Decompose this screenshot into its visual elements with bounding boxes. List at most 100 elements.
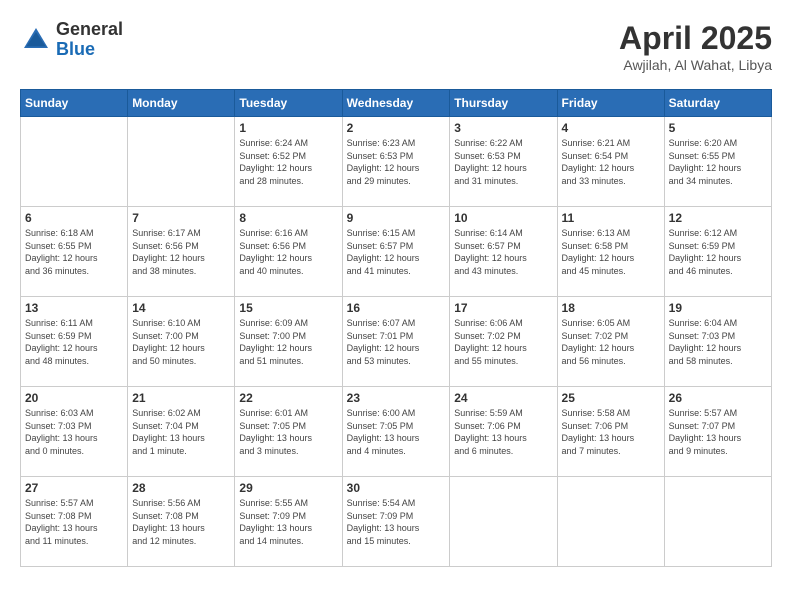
day-cell: 19Sunrise: 6:04 AMSunset: 7:03 PMDayligh… xyxy=(664,297,771,387)
day-cell xyxy=(557,477,664,567)
day-info: Sunrise: 5:54 AMSunset: 7:09 PMDaylight:… xyxy=(347,497,446,547)
day-cell: 3 Sunrise: 6:22 AMSunset: 6:53 PMDaylight… xyxy=(450,117,557,207)
day-number: 3 xyxy=(454,121,552,135)
location: Awjilah, Al Wahat, Libya xyxy=(619,57,772,73)
day-info: Sunrise: 5:58 AMSunset: 7:06 PMDaylight:… xyxy=(562,407,660,457)
day-cell: 26 Sunrise: 5:57 AMSunset: 7:07 PMDayligh… xyxy=(664,387,771,477)
day-cell: 14 Sunrise: 6:10 AMSunset: 7:00 PMDayligh… xyxy=(128,297,235,387)
day-number: 26 xyxy=(669,391,767,405)
logo: General Blue xyxy=(20,20,123,60)
day-number: 11 xyxy=(562,211,660,225)
day-cell: 12Sunrise: 6:12 AMSunset: 6:59 PMDayligh… xyxy=(664,207,771,297)
day-cell: 10Sunrise: 6:14 AMSunset: 6:57 PMDayligh… xyxy=(450,207,557,297)
day-number: 5 xyxy=(669,121,767,135)
day-number: 2 xyxy=(347,121,446,135)
logo-text: General Blue xyxy=(56,20,123,60)
day-info: Sunrise: 6:00 AMSunset: 7:05 PMDaylight:… xyxy=(347,407,446,457)
day-cell: 9 Sunrise: 6:15 AMSunset: 6:57 PMDaylight… xyxy=(342,207,450,297)
day-cell: 21 Sunrise: 6:02 AMSunset: 7:04 PMDayligh… xyxy=(128,387,235,477)
week-row-1: 1 Sunrise: 6:24 AMSunset: 6:52 PMDaylight… xyxy=(21,117,772,207)
day-cell: 20Sunrise: 6:03 AMSunset: 7:03 PMDayligh… xyxy=(21,387,128,477)
weekday-header-wednesday: Wednesday xyxy=(342,90,450,117)
day-info: Sunrise: 6:14 AMSunset: 6:57 PMDaylight:… xyxy=(454,227,552,277)
day-number: 24 xyxy=(454,391,552,405)
day-info: Sunrise: 6:13 AMSunset: 6:58 PMDaylight:… xyxy=(562,227,660,277)
day-info: Sunrise: 6:24 AMSunset: 6:52 PMDaylight:… xyxy=(239,137,337,187)
day-info: Sunrise: 5:55 AMSunset: 7:09 PMDaylight:… xyxy=(239,497,337,547)
day-cell: 7Sunrise: 6:17 AMSunset: 6:56 PMDaylight… xyxy=(128,207,235,297)
day-cell: 29 Sunrise: 5:55 AMSunset: 7:09 PMDayligh… xyxy=(235,477,342,567)
day-cell: 16 Sunrise: 6:07 AMSunset: 7:01 PMDayligh… xyxy=(342,297,450,387)
month-title: April 2025 xyxy=(619,20,772,57)
day-cell: 1 Sunrise: 6:24 AMSunset: 6:52 PMDaylight… xyxy=(235,117,342,207)
day-cell: 8 Sunrise: 6:16 AMSunset: 6:56 PMDaylight… xyxy=(235,207,342,297)
day-number: 22 xyxy=(239,391,337,405)
day-cell: 15Sunrise: 6:09 AMSunset: 7:00 PMDayligh… xyxy=(235,297,342,387)
day-cell: 2Sunrise: 6:23 AMSunset: 6:53 PMDaylight… xyxy=(342,117,450,207)
day-info: Sunrise: 6:02 AMSunset: 7:04 PMDaylight:… xyxy=(132,407,230,457)
day-cell: 24Sunrise: 5:59 AMSunset: 7:06 PMDayligh… xyxy=(450,387,557,477)
day-cell xyxy=(128,117,235,207)
calendar: SundayMondayTuesdayWednesdayThursdayFrid… xyxy=(20,89,772,567)
logo-icon xyxy=(20,24,52,56)
logo-general: General xyxy=(56,19,123,39)
day-cell: 18 Sunrise: 6:05 AMSunset: 7:02 PMDayligh… xyxy=(557,297,664,387)
day-cell: 5 Sunrise: 6:20 AMSunset: 6:55 PMDaylight… xyxy=(664,117,771,207)
title-block: April 2025 Awjilah, Al Wahat, Libya xyxy=(619,20,772,73)
day-cell: 13Sunrise: 6:11 AMSunset: 6:59 PMDayligh… xyxy=(21,297,128,387)
week-row-4: 20Sunrise: 6:03 AMSunset: 7:03 PMDayligh… xyxy=(21,387,772,477)
day-number: 20 xyxy=(25,391,123,405)
day-cell: 25 Sunrise: 5:58 AMSunset: 7:06 PMDayligh… xyxy=(557,387,664,477)
day-info: Sunrise: 6:20 AMSunset: 6:55 PMDaylight:… xyxy=(669,137,767,187)
day-cell xyxy=(450,477,557,567)
day-number: 1 xyxy=(239,121,337,135)
day-number: 28 xyxy=(132,481,230,495)
weekday-header-friday: Friday xyxy=(557,90,664,117)
day-info: Sunrise: 6:07 AMSunset: 7:01 PMDaylight:… xyxy=(347,317,446,367)
day-number: 16 xyxy=(347,301,446,315)
day-info: Sunrise: 6:09 AMSunset: 7:00 PMDaylight:… xyxy=(239,317,337,367)
day-info: Sunrise: 6:21 AMSunset: 6:54 PMDaylight:… xyxy=(562,137,660,187)
day-info: Sunrise: 6:12 AMSunset: 6:59 PMDaylight:… xyxy=(669,227,767,277)
day-cell xyxy=(21,117,128,207)
day-number: 8 xyxy=(239,211,337,225)
page-header: General Blue April 2025 Awjilah, Al Waha… xyxy=(20,20,772,73)
day-info: Sunrise: 6:18 AMSunset: 6:55 PMDaylight:… xyxy=(25,227,123,277)
day-cell: 27 Sunrise: 5:57 AMSunset: 7:08 PMDayligh… xyxy=(21,477,128,567)
day-cell: 17Sunrise: 6:06 AMSunset: 7:02 PMDayligh… xyxy=(450,297,557,387)
weekday-header-saturday: Saturday xyxy=(664,90,771,117)
day-info: Sunrise: 6:05 AMSunset: 7:02 PMDaylight:… xyxy=(562,317,660,367)
day-info: Sunrise: 6:06 AMSunset: 7:02 PMDaylight:… xyxy=(454,317,552,367)
day-number: 14 xyxy=(132,301,230,315)
day-cell: 4 Sunrise: 6:21 AMSunset: 6:54 PMDaylight… xyxy=(557,117,664,207)
day-info: Sunrise: 5:57 AMSunset: 7:08 PMDaylight:… xyxy=(25,497,123,547)
week-row-2: 6 Sunrise: 6:18 AMSunset: 6:55 PMDaylight… xyxy=(21,207,772,297)
weekday-header-thursday: Thursday xyxy=(450,90,557,117)
weekday-header-tuesday: Tuesday xyxy=(235,90,342,117)
day-number: 9 xyxy=(347,211,446,225)
day-info: Sunrise: 6:17 AMSunset: 6:56 PMDaylight:… xyxy=(132,227,230,277)
day-info: Sunrise: 6:01 AMSunset: 7:05 PMDaylight:… xyxy=(239,407,337,457)
day-number: 19 xyxy=(669,301,767,315)
day-number: 25 xyxy=(562,391,660,405)
day-cell: 6 Sunrise: 6:18 AMSunset: 6:55 PMDaylight… xyxy=(21,207,128,297)
day-number: 4 xyxy=(562,121,660,135)
day-info: Sunrise: 5:57 AMSunset: 7:07 PMDaylight:… xyxy=(669,407,767,457)
day-cell: 22 Sunrise: 6:01 AMSunset: 7:05 PMDayligh… xyxy=(235,387,342,477)
day-number: 29 xyxy=(239,481,337,495)
day-cell: 30Sunrise: 5:54 AMSunset: 7:09 PMDayligh… xyxy=(342,477,450,567)
day-info: Sunrise: 6:15 AMSunset: 6:57 PMDaylight:… xyxy=(347,227,446,277)
day-number: 21 xyxy=(132,391,230,405)
day-cell: 28Sunrise: 5:56 AMSunset: 7:08 PMDayligh… xyxy=(128,477,235,567)
logo-blue: Blue xyxy=(56,39,95,59)
day-number: 27 xyxy=(25,481,123,495)
day-cell xyxy=(664,477,771,567)
weekday-header-sunday: Sunday xyxy=(21,90,128,117)
day-info: Sunrise: 6:16 AMSunset: 6:56 PMDaylight:… xyxy=(239,227,337,277)
day-number: 18 xyxy=(562,301,660,315)
day-number: 23 xyxy=(347,391,446,405)
day-info: Sunrise: 6:10 AMSunset: 7:00 PMDaylight:… xyxy=(132,317,230,367)
day-info: Sunrise: 6:22 AMSunset: 6:53 PMDaylight:… xyxy=(454,137,552,187)
day-number: 6 xyxy=(25,211,123,225)
weekday-header-row: SundayMondayTuesdayWednesdayThursdayFrid… xyxy=(21,90,772,117)
